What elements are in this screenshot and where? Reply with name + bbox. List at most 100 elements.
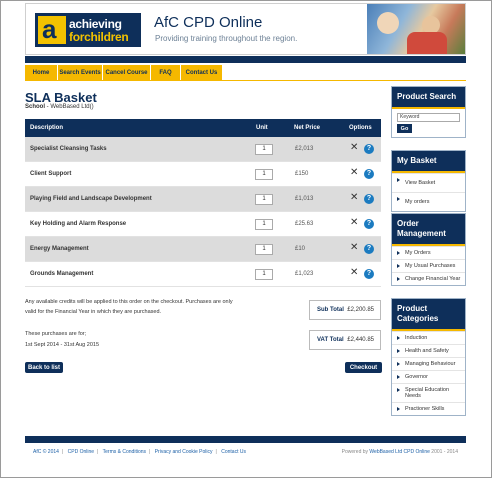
- nav-search-events[interactable]: Search Events: [58, 65, 103, 80]
- basket-table: Description Unit Net Price Options Speci…: [25, 119, 381, 287]
- footer-powered-by: Powered by WebBased Ltd CPD Online 2001 …: [342, 449, 458, 455]
- table-row: Grounds Management 1 £1,023 ✕ ?: [25, 262, 381, 287]
- table-header: Description Unit Net Price Options: [25, 119, 381, 137]
- nav-cancel-course[interactable]: Cancel Course: [103, 65, 151, 80]
- site-header: a achieving forchildren AfC CPD Online P…: [25, 3, 466, 55]
- main-nav: Home Search Events Cancel Course FAQ Con…: [25, 65, 223, 80]
- nav-contact-us[interactable]: Contact Us: [181, 65, 223, 80]
- footer-bar: [25, 436, 466, 443]
- unit-input[interactable]: 1: [255, 169, 273, 180]
- col-options: Options: [349, 125, 372, 131]
- nav-faq[interactable]: FAQ: [151, 65, 181, 80]
- row-description: Key Holding and Alarm Response: [30, 221, 127, 227]
- delete-icon[interactable]: ✕: [350, 143, 358, 153]
- school-subhead: School - WebBased Ltd(): [25, 104, 94, 110]
- table-row: Key Holding and Alarm Response 1 £25.63 …: [25, 212, 381, 237]
- delete-icon[interactable]: ✕: [350, 268, 358, 278]
- row-description: Grounds Management: [30, 271, 94, 277]
- sidebar-item-my-orders[interactable]: My orders: [392, 192, 465, 211]
- vat-total-value: £2,440.85: [347, 337, 374, 343]
- unit-input[interactable]: 1: [255, 144, 273, 155]
- vat-total-label: VAT Total: [317, 337, 344, 343]
- school-label: School: [25, 104, 46, 110]
- date-range: 1st Sept 2014 - 31st Aug 2015: [25, 342, 100, 348]
- banner-photo: [367, 4, 465, 54]
- purchases-for-label: These purchases are for;: [25, 331, 87, 337]
- col-net-price: Net Price: [294, 125, 321, 131]
- sidebar-item-view-basket[interactable]: View Basket: [392, 173, 465, 192]
- powered-prefix: Powered by: [341, 449, 370, 455]
- sidebar-item-usual-purchases[interactable]: My Usual Purchases: [392, 259, 465, 272]
- product-search-title: Product Search: [392, 87, 465, 109]
- sub-total-label: Sub Total: [317, 307, 344, 313]
- go-button[interactable]: Go: [397, 124, 412, 133]
- checkout-button[interactable]: Checkout: [345, 362, 382, 373]
- powered-suffix: 2001 - 2014: [429, 449, 458, 455]
- footer-link-contact[interactable]: Contact Us: [221, 449, 246, 455]
- table-row: Playing Field and Landscape Development …: [25, 187, 381, 212]
- sub-total-box: Sub Total £2,200.85: [309, 300, 381, 320]
- credits-note-line2: valid for the Financial Year in which th…: [25, 309, 162, 315]
- keyword-search-input[interactable]: Keyword: [397, 113, 460, 122]
- row-price: £10: [295, 246, 306, 252]
- sidebar-item-health-and-safety[interactable]: Health and Safety: [392, 344, 465, 357]
- footer-link-cpd-online[interactable]: CPD Online: [68, 449, 94, 455]
- sidebar-item-my-orders-list[interactable]: My Orders: [392, 246, 465, 259]
- row-price: £1,013: [295, 196, 314, 202]
- delete-icon[interactable]: ✕: [350, 243, 358, 253]
- school-value: - WebBased Ltd(): [45, 104, 94, 110]
- order-management-box: Order Management My Orders My Usual Purc…: [391, 213, 466, 286]
- col-description: Description: [30, 125, 64, 131]
- logo-text-achieving: achieving: [69, 17, 122, 31]
- sidebar-item-change-financial-year[interactable]: Change Financial Year: [392, 272, 465, 285]
- nav-underline: [25, 80, 466, 81]
- table-row: Energy Management 1 £10 ✕ ?: [25, 237, 381, 262]
- info-icon[interactable]: ?: [364, 194, 374, 204]
- sidebar-item-special-education-needs[interactable]: Special Education Needs: [392, 383, 465, 402]
- site-title: AfC CPD Online: [154, 14, 263, 31]
- back-to-list-button[interactable]: Back to list: [25, 362, 63, 373]
- info-icon[interactable]: ?: [364, 269, 374, 279]
- site-tagline: Providing training throughout the region…: [155, 34, 298, 43]
- product-categories-title: Product Categories: [392, 299, 465, 331]
- sidebar-item-practioner-skills[interactable]: Practioner Skills: [392, 402, 465, 415]
- order-management-title: Order Management: [392, 214, 465, 246]
- info-icon[interactable]: ?: [364, 169, 374, 179]
- row-price: £2,013: [295, 146, 314, 152]
- col-unit: Unit: [256, 125, 268, 131]
- page-title: SLA Basket: [25, 90, 97, 105]
- nav-home[interactable]: Home: [25, 65, 58, 80]
- delete-icon[interactable]: ✕: [350, 193, 358, 203]
- sidebar-item-governor[interactable]: Governor: [392, 370, 465, 383]
- delete-icon[interactable]: ✕: [350, 168, 358, 178]
- row-description: Specialist Cleansing Tasks: [30, 146, 107, 152]
- row-description: Playing Field and Landscape Development: [30, 196, 152, 202]
- my-basket-title: My Basket: [392, 151, 465, 173]
- logo-mark-icon: a: [38, 14, 66, 44]
- footer-links: AfC © 2014 | CPD Online | Terms & Conditio…: [33, 449, 246, 455]
- row-description: Client Support: [30, 171, 72, 177]
- footer-link-privacy[interactable]: Privacy and Cookie Policy: [155, 449, 213, 455]
- powered-link[interactable]: WebBased Ltd CPD Online: [369, 449, 430, 455]
- footer-link-terms[interactable]: Terms & Conditions: [103, 449, 146, 455]
- sub-total-value: £2,200.85: [347, 307, 374, 313]
- info-icon[interactable]: ?: [364, 144, 374, 154]
- delete-icon[interactable]: ✕: [350, 218, 358, 228]
- credits-note-line1: Any available credits will be applied to…: [25, 299, 233, 305]
- sidebar-item-induction[interactable]: Induction: [392, 331, 465, 344]
- info-icon[interactable]: ?: [364, 219, 374, 229]
- unit-input[interactable]: 1: [255, 219, 273, 230]
- unit-input[interactable]: 1: [255, 269, 273, 280]
- row-description: Energy Management: [30, 246, 89, 252]
- header-divider: [25, 56, 466, 63]
- sidebar-item-managing-behaviour[interactable]: Managing Behaviour: [392, 357, 465, 370]
- info-icon[interactable]: ?: [364, 244, 374, 254]
- afc-logo[interactable]: a achieving forchildren: [35, 13, 141, 47]
- footer-copyright: AfC © 2014: [33, 449, 59, 455]
- row-price: £25.63: [295, 221, 314, 227]
- product-search-box: Product Search Keyword Go: [391, 86, 466, 138]
- unit-input[interactable]: 1: [255, 244, 273, 255]
- table-row: Specialist Cleansing Tasks 1 £2,013 ✕ ?: [25, 137, 381, 162]
- vat-total-box: VAT Total £2,440.85: [309, 330, 381, 350]
- unit-input[interactable]: 1: [255, 194, 273, 205]
